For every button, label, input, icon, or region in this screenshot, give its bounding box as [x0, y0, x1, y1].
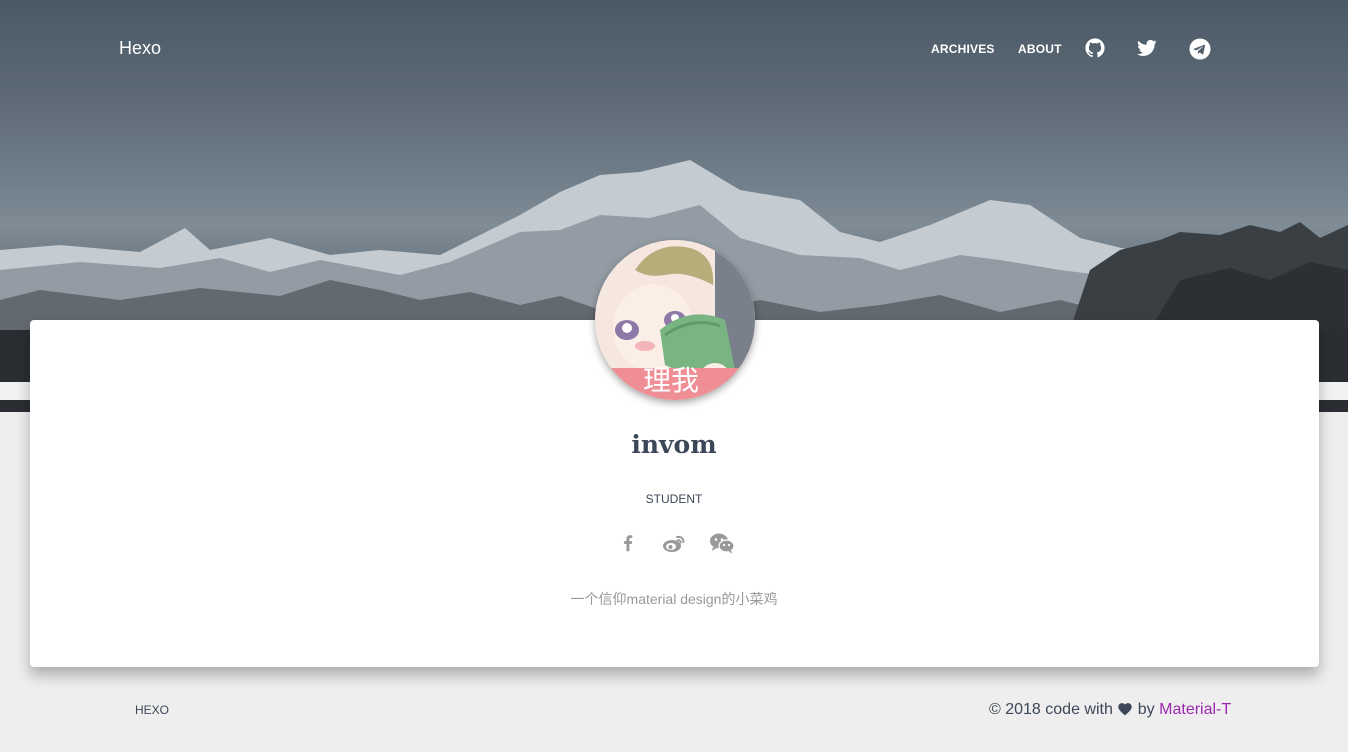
profile-role: STUDENT	[645, 492, 703, 506]
heart-icon	[1117, 701, 1133, 721]
avatar-image: 理我	[595, 240, 755, 400]
copyright-text: © 2018 code with	[989, 701, 1113, 718]
twitter-link[interactable]	[1137, 38, 1159, 60]
nav-link-about[interactable]: ABOUT	[1018, 42, 1062, 56]
footer-hexo-link[interactable]: HEXO	[135, 703, 169, 717]
facebook-icon	[623, 535, 633, 552]
navbar: Hexo ARCHIVES ABOUT	[0, 0, 1348, 100]
footer-copyright: © 2018 code with by Material-T	[989, 701, 1231, 721]
github-icon	[1085, 38, 1105, 58]
brand-link[interactable]: Hexo	[119, 38, 161, 59]
profile-name: invom	[631, 430, 717, 459]
weibo-link[interactable]	[662, 532, 686, 554]
telegram-link[interactable]	[1189, 38, 1211, 60]
by-text: by	[1137, 701, 1155, 718]
wechat-link[interactable]	[709, 532, 735, 554]
wechat-icon	[710, 533, 735, 554]
telegram-icon	[1189, 38, 1211, 60]
twitter-icon	[1137, 39, 1157, 56]
facebook-link[interactable]	[617, 532, 641, 554]
avatar[interactable]: 理我	[595, 240, 755, 400]
nav-link-archives[interactable]: ARCHIVES	[931, 42, 995, 56]
profile-bio: 一个信仰material design的小菜鸡	[570, 591, 778, 607]
avatar-caption: 理我	[643, 364, 699, 397]
github-link[interactable]	[1085, 38, 1107, 60]
weibo-icon	[663, 535, 685, 552]
material-t-link[interactable]: Material-T	[1159, 701, 1231, 718]
